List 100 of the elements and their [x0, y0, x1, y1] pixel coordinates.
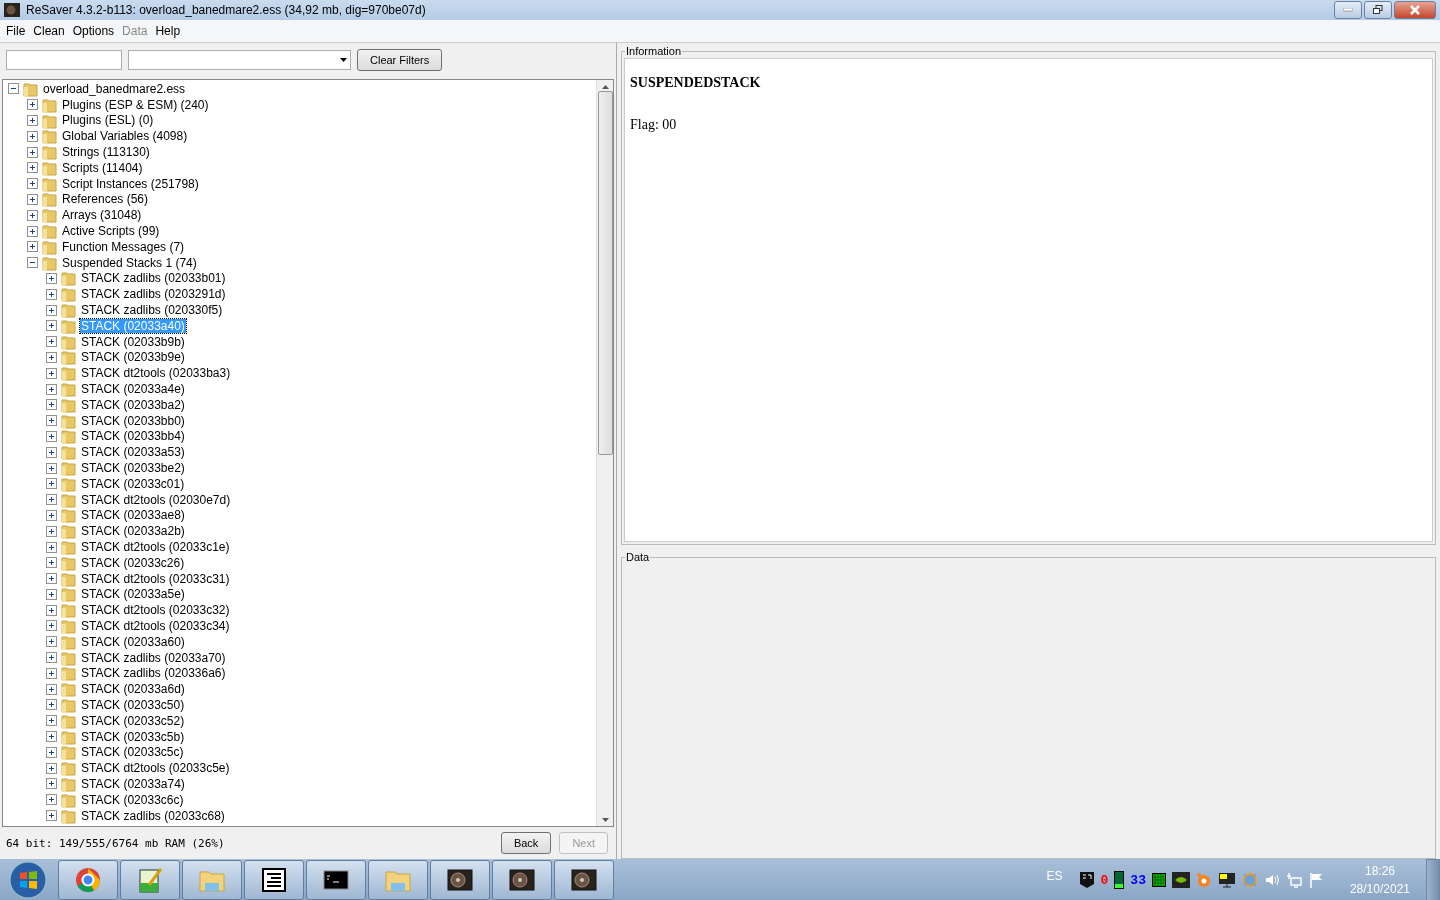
expand-toggle[interactable] [46, 794, 57, 806]
tree-item[interactable]: STACK zadlibs (0203291d) [80, 287, 227, 302]
restore-button[interactable] [1364, 1, 1392, 19]
tree-item[interactable]: STACK (02033c50) [80, 697, 186, 712]
tree-item[interactable]: Global Variables (4098) [61, 129, 189, 144]
splat-icon[interactable] [1195, 872, 1212, 888]
tree-item[interactable]: References (56) [61, 192, 150, 207]
tree-item[interactable]: Plugins (ESP & ESM) (240) [61, 97, 210, 112]
tree-item[interactable]: STACK dt2tools (02033c34) [80, 619, 231, 633]
tree-item[interactable]: STACK (02033a5e) [80, 587, 186, 602]
taskbar-button[interactable] [492, 860, 552, 900]
tree-item[interactable]: STACK (02033bb0) [80, 413, 186, 428]
tree-item[interactable]: STACK dt2tools (02033c1e) [80, 540, 231, 554]
tree-item[interactable]: Arrays (31048) [61, 208, 143, 223]
expand-toggle[interactable] [27, 99, 38, 111]
tree-item[interactable]: STACK (02033c5b) [80, 729, 186, 744]
tree-item[interactable]: STACK (02033c01) [80, 476, 186, 491]
expand-toggle[interactable] [46, 509, 57, 521]
tree-item[interactable]: STACK (02033b9e) [80, 350, 186, 365]
expand-toggle[interactable] [46, 446, 57, 458]
filter-field[interactable] [6, 50, 122, 70]
expand-toggle[interactable] [46, 351, 57, 363]
expand-toggle[interactable] [46, 715, 57, 727]
close-button[interactable] [1394, 1, 1436, 19]
tree-item[interactable]: Active Scripts (99) [61, 224, 161, 239]
expand-toggle[interactable] [27, 225, 38, 237]
taskbar-button[interactable] [306, 860, 366, 900]
expand-toggle[interactable] [46, 494, 57, 506]
expand-toggle[interactable] [46, 620, 57, 632]
monitor-icon[interactable] [1217, 872, 1236, 888]
menu-item[interactable]: File [2, 24, 30, 38]
expand-toggle[interactable] [46, 746, 57, 758]
expand-toggle[interactable] [27, 209, 38, 221]
expand-toggle[interactable] [46, 415, 57, 427]
expand-toggle[interactable] [46, 573, 57, 585]
expand-toggle[interactable] [46, 778, 57, 790]
expand-toggle[interactable] [27, 162, 38, 174]
scrollbar[interactable] [596, 80, 613, 826]
expand-toggle[interactable] [46, 304, 57, 316]
expand-toggle[interactable] [27, 130, 38, 142]
expand-toggle[interactable] [46, 399, 57, 411]
expand-toggle[interactable] [46, 430, 57, 442]
tree-item[interactable]: STACK (02033a60) [80, 634, 186, 649]
tree-item[interactable]: STACK dt2tools (02033c5e) [80, 761, 231, 776]
tree-item[interactable]: Script Instances (251798) [61, 176, 200, 191]
tree-item[interactable]: STACK (02033a53) [80, 445, 186, 460]
tree-item[interactable]: STACK (02033b9b) [80, 334, 186, 349]
tree-item[interactable]: STACK (02033a4e) [80, 382, 186, 397]
expand-toggle[interactable] [46, 699, 57, 711]
tree-item[interactable]: STACK dt2tools (02033c32) [80, 603, 231, 618]
expand-toggle[interactable] [46, 652, 57, 664]
expand-toggle[interactable] [46, 683, 57, 695]
expand-toggle[interactable] [46, 810, 57, 822]
tree-item[interactable]: STACK (02033be2) [80, 461, 186, 475]
tree-item[interactable]: STACK zadlibs (02033b01) [80, 271, 227, 286]
tree-item[interactable]: STACK zadlibs (020336a6) [80, 666, 227, 681]
tree-item[interactable]: STACK dt2tools (02033c31) [80, 571, 231, 586]
tree-item[interactable]: STACK (02033bb4) [80, 429, 186, 444]
tree-item[interactable]: STACK (02033c5c) [80, 745, 185, 760]
tree-item[interactable]: STACK (02033c52) [80, 713, 186, 728]
expand-toggle[interactable] [46, 336, 57, 348]
menu-item[interactable]: Options [68, 24, 119, 38]
tree-item[interactable]: STACK (02033a2b) [80, 524, 186, 539]
tree-item[interactable]: overload_banedmare2.ess [42, 81, 187, 96]
scroll-thumb[interactable] [597, 91, 613, 455]
tree-item[interactable]: STACK zadlibs (02033a70) [80, 650, 227, 665]
tree-item[interactable]: STACK zadlibs (02033c68) [80, 808, 226, 823]
grid-icon[interactable] [1151, 873, 1166, 887]
collapse-toggle[interactable] [8, 83, 19, 95]
tree-item[interactable]: STACK (02033c26) [80, 555, 186, 570]
eye-icon[interactable] [1171, 872, 1190, 888]
tree-item[interactable]: STACK (02033a74) [80, 776, 186, 791]
meter-icon[interactable] [1114, 871, 1125, 889]
tree-item[interactable]: STACK zadlibs (020330f5) [80, 303, 224, 318]
expand-toggle[interactable] [46, 525, 57, 537]
menu-item[interactable]: Help [151, 24, 185, 38]
tree-item[interactable]: STACK (02033ae8) [80, 508, 186, 523]
expand-toggle[interactable] [27, 241, 38, 253]
expand-toggle[interactable] [46, 288, 57, 300]
collapse-toggle[interactable] [27, 257, 38, 269]
expand-toggle[interactable] [46, 762, 57, 774]
scroll-down-icon[interactable] [601, 818, 609, 822]
tray-counter[interactable]: 33 [1130, 872, 1146, 888]
taskbar-button[interactable] [430, 860, 490, 900]
nav-button[interactable]: Back [500, 832, 552, 854]
tree-item[interactable]: STACK dt2tools (02033ba3) [80, 366, 232, 381]
expand-toggle[interactable] [27, 178, 38, 190]
expand-toggle[interactable] [46, 478, 57, 490]
start-button[interactable] [9, 861, 47, 899]
expand-toggle[interactable] [46, 636, 57, 648]
expand-toggle[interactable] [46, 557, 57, 569]
scroll-up-icon[interactable] [601, 85, 609, 89]
expand-toggle[interactable] [46, 731, 57, 743]
tree-item[interactable]: Plugins (ESL) (0) [61, 113, 155, 128]
expand-toggle[interactable] [46, 462, 57, 474]
expand-toggle[interactable] [27, 115, 38, 126]
expand-toggle[interactable] [46, 367, 57, 379]
tree-item[interactable]: Suspended Stacks 1 (74) [61, 255, 198, 270]
taskbar-button[interactable] [554, 860, 614, 900]
shield-icon[interactable] [1078, 871, 1095, 889]
